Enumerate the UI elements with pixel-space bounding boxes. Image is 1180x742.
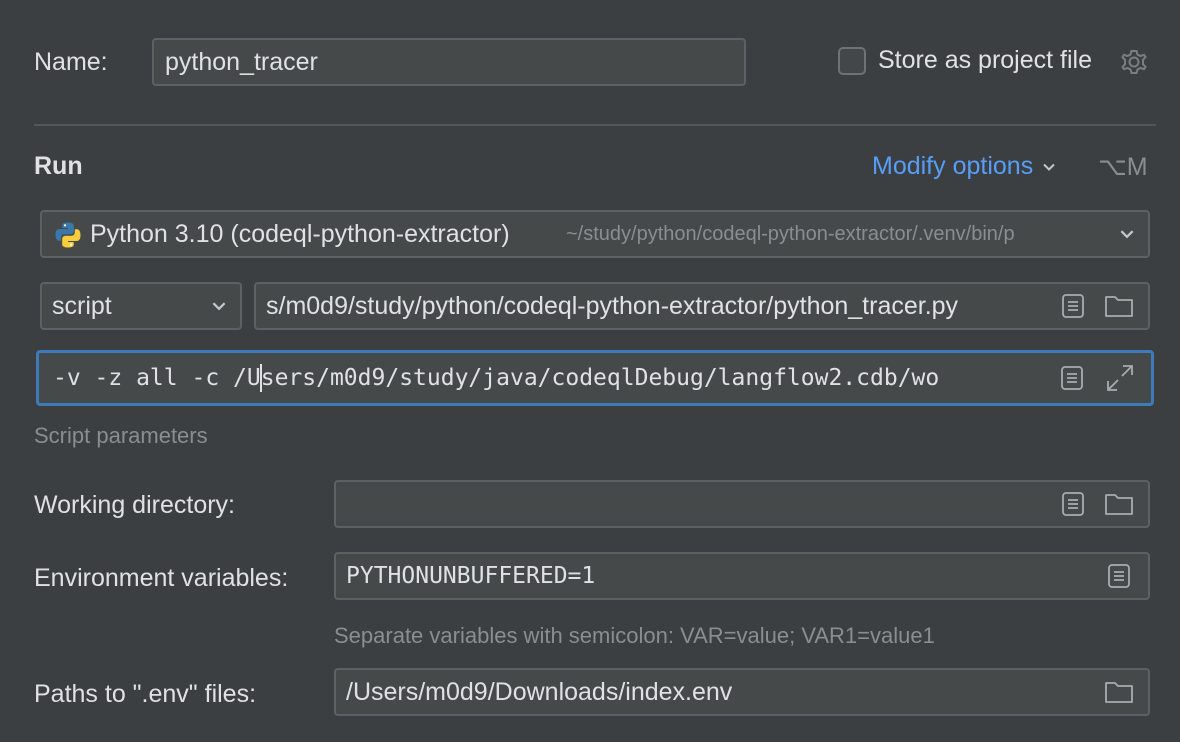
- env-files-input[interactable]: /Users/m0d9/Downloads/index.env: [334, 668, 1150, 716]
- script-params-hint: Script parameters: [34, 423, 208, 448]
- gear-icon[interactable]: [1120, 47, 1150, 77]
- expand-text-icon[interactable]: [1056, 487, 1090, 521]
- name-input-value: python_tracer: [165, 47, 318, 76]
- folder-icon[interactable]: [1102, 289, 1136, 323]
- script-path-value: s/m0d9/study/python/codeql-python-extrac…: [266, 291, 959, 320]
- maximize-icon[interactable]: [1103, 361, 1137, 395]
- run-section-title: Run: [34, 152, 83, 180]
- expand-text-icon[interactable]: [1055, 361, 1089, 395]
- working-dir-label: Working directory:: [34, 491, 235, 519]
- env-vars-hint: Separate variables with semicolon: VAR=v…: [334, 623, 935, 648]
- env-vars-value: PYTHONUNBUFFERED=1: [346, 563, 596, 589]
- interpreter-select[interactable]: Python 3.10 (codeql-python-extractor) ~/…: [40, 210, 1150, 258]
- modify-options-label: Modify options: [872, 152, 1034, 180]
- name-input[interactable]: python_tracer: [152, 38, 746, 86]
- env-files-label: Paths to ".env" files:: [34, 680, 257, 708]
- chevron-down-icon: [1110, 217, 1144, 251]
- folder-icon[interactable]: [1102, 487, 1136, 521]
- script-params-value: -v -z all -c /U sers/m0d9/study/java/code…: [53, 353, 1045, 403]
- params-text-before-caret: -v -z all -c /U: [53, 365, 261, 391]
- interpreter-path: ~/study/python/codeql-python-extractor/.…: [566, 222, 1015, 245]
- modify-options-shortcut: ⌥M: [1098, 153, 1148, 181]
- store-as-project-checkbox[interactable]: [838, 47, 866, 75]
- name-label: Name:: [34, 48, 108, 76]
- chevron-down-icon: [1041, 159, 1057, 175]
- modify-options-link[interactable]: Modify options: [872, 152, 1057, 181]
- params-text-after-caret: sers/m0d9/study/java/codeqlDebug/langflo…: [260, 365, 940, 391]
- script-params-input[interactable]: -v -z all -c /U sers/m0d9/study/java/code…: [36, 350, 1154, 406]
- script-type-select[interactable]: script: [40, 282, 242, 330]
- section-divider: [34, 124, 1156, 126]
- python-logo-icon: [54, 221, 82, 249]
- chevron-down-icon: [202, 289, 236, 323]
- folder-icon[interactable]: [1102, 675, 1136, 709]
- script-type-value: script: [52, 291, 112, 320]
- store-as-project-label[interactable]: Store as project file: [878, 46, 1092, 75]
- env-vars-input[interactable]: PYTHONUNBUFFERED=1: [334, 552, 1150, 600]
- script-path-input[interactable]: s/m0d9/study/python/codeql-python-extrac…: [254, 282, 1150, 330]
- env-vars-label: Environment variables:: [34, 564, 289, 592]
- expand-text-icon[interactable]: [1102, 559, 1136, 593]
- working-dir-input[interactable]: [334, 480, 1150, 528]
- expand-text-icon[interactable]: [1056, 289, 1090, 323]
- interpreter-name: Python 3.10 (codeql-python-extractor): [90, 219, 510, 248]
- env-files-value: /Users/m0d9/Downloads/index.env: [346, 677, 733, 706]
